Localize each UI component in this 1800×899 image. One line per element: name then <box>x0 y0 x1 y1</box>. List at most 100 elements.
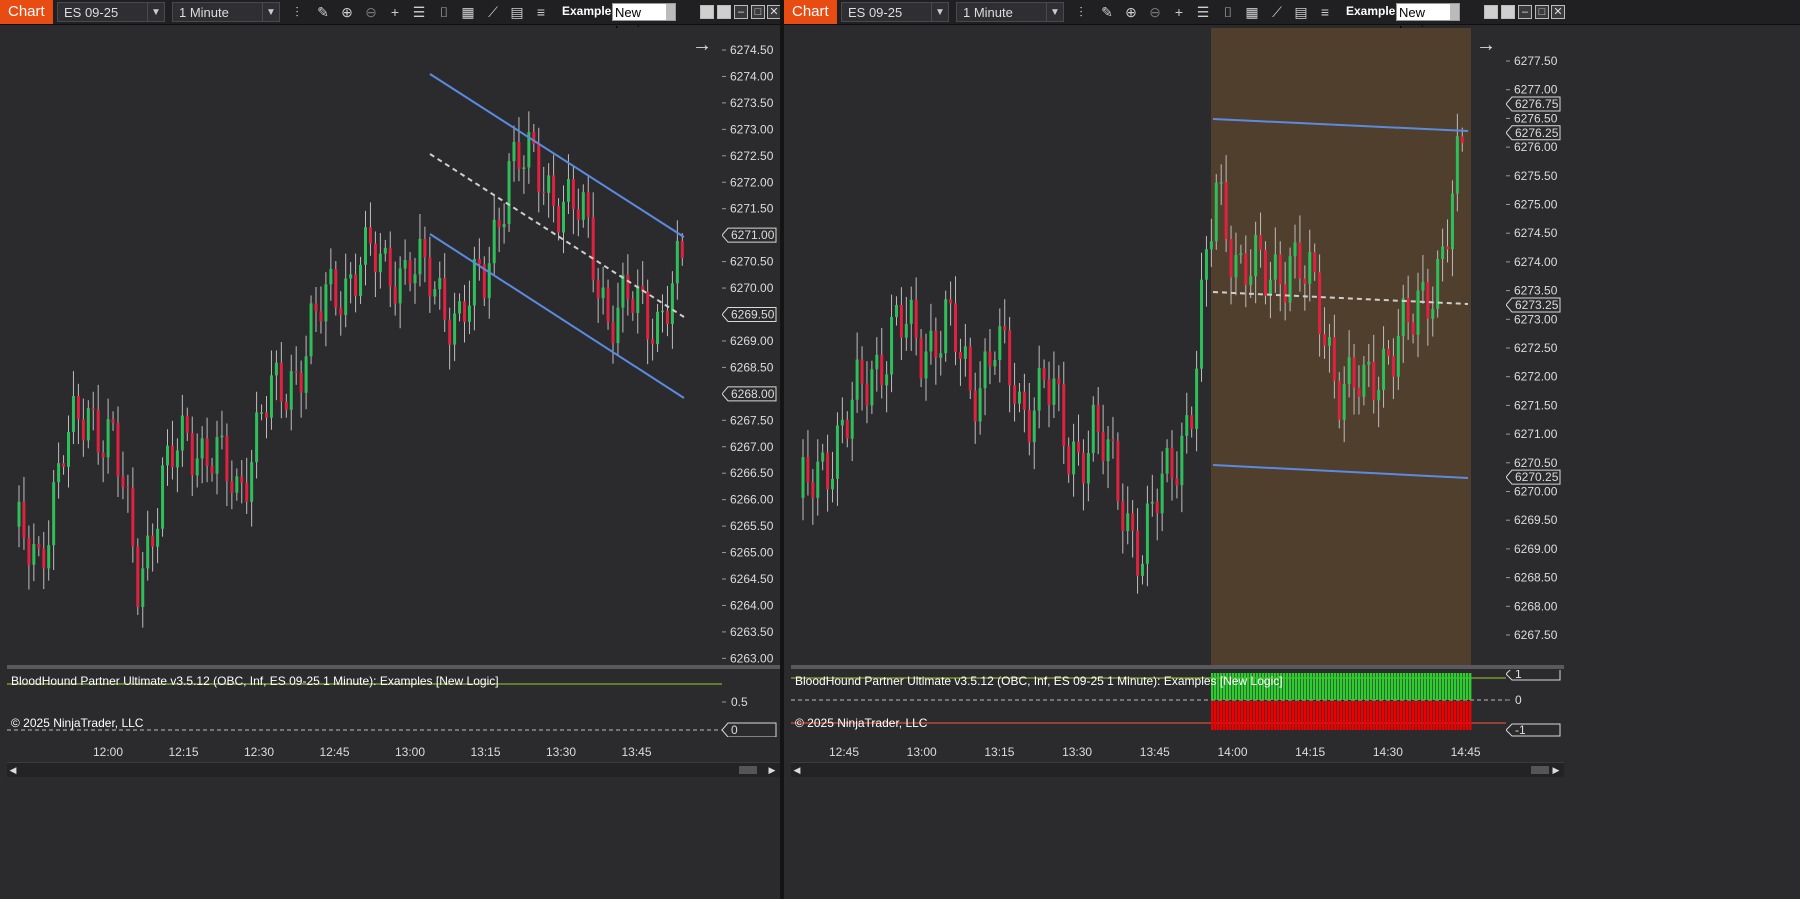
link-icon[interactable] <box>700 5 714 19</box>
candle-up <box>601 287 605 299</box>
horizontal-scrollbar[interactable]: ◀ ▶ <box>7 762 780 777</box>
time-tick-label: 12:45 <box>829 745 859 759</box>
candle-down <box>1013 385 1017 404</box>
price-panel[interactable] <box>791 28 1506 665</box>
candle-down <box>557 206 561 233</box>
indicators-icon[interactable]: ▦ <box>1243 3 1261 21</box>
time-axis[interactable]: 12:45 13:00 13:15 13:30 13:45 14:00 14:15 14:30… <box>791 742 1506 762</box>
bull-bar <box>1289 673 1292 700</box>
properties-icon[interactable]: ☰ <box>1194 3 1212 21</box>
close-icon[interactable]: ✕ <box>767 5 781 19</box>
close-icon[interactable]: ✕ <box>1551 5 1565 19</box>
candle-down <box>294 371 298 373</box>
candle-down <box>586 192 590 218</box>
candle-up <box>215 437 219 474</box>
candle-down <box>1303 278 1307 284</box>
panel-divider[interactable] <box>791 665 1564 669</box>
bear-bar <box>1460 701 1463 730</box>
navigate-right-icon[interactable]: → <box>1476 34 1496 57</box>
interval-selector[interactable]: 1 Minute ▼ <box>956 2 1064 22</box>
crosshair-icon[interactable]: + <box>386 3 404 21</box>
minimize-icon[interactable]: – <box>1518 5 1532 19</box>
scroll-left-icon[interactable]: ◀ <box>791 764 803 776</box>
candle-down <box>914 299 918 338</box>
bull-bar <box>1361 673 1364 700</box>
scroll-left-icon[interactable]: ◀ <box>7 764 19 776</box>
group-icon[interactable] <box>1501 5 1515 19</box>
candle-up <box>309 303 313 357</box>
bull-bar <box>1283 673 1286 700</box>
scroll-right-icon[interactable]: ▶ <box>1550 764 1562 776</box>
candle-down <box>606 287 610 322</box>
candle-up <box>17 501 21 527</box>
zoom-in-icon[interactable]: ⊕ <box>338 3 356 21</box>
instrument-selector[interactable]: ES 09-25 ▼ <box>841 2 949 22</box>
strategies-icon[interactable]: ⟋ <box>484 3 502 21</box>
candle-down <box>136 546 140 608</box>
templates-icon[interactable]: ▤ <box>508 3 526 21</box>
zoom-out-icon[interactable]: ⊖ <box>1146 3 1164 21</box>
bar-type-icon[interactable]: ⫶ <box>1072 3 1090 21</box>
pencil-icon[interactable]: ✎ <box>314 3 332 21</box>
bear-bar <box>1229 701 1232 730</box>
time-axis[interactable]: 12:00 12:15 12:30 12:45 13:00 13:15 13:30 13:45 <box>7 742 722 762</box>
candle-up <box>1293 242 1297 257</box>
candle-up <box>983 351 987 389</box>
menu-icon[interactable]: ≡ <box>1316 3 1334 21</box>
bear-bar <box>1235 701 1238 730</box>
chart-tab[interactable]: Chart <box>0 0 53 24</box>
price-tick-label: 6268.00 <box>1514 599 1558 613</box>
horizontal-scrollbar[interactable]: ◀ ▶ <box>791 762 1564 777</box>
bull-bar <box>1463 673 1466 700</box>
price-panel[interactable] <box>7 28 722 665</box>
candle-down <box>1446 246 1450 250</box>
bull-bar <box>1298 673 1301 700</box>
candle-up <box>924 351 928 379</box>
properties-icon[interactable]: ☰ <box>410 3 428 21</box>
chart-tab[interactable]: Chart <box>784 0 837 24</box>
candle-up <box>840 419 844 426</box>
menu-icon[interactable]: ≡ <box>532 3 550 21</box>
candle-down <box>1283 284 1287 303</box>
pencil-icon[interactable]: ✎ <box>1098 3 1116 21</box>
crosshair-icon[interactable]: + <box>1170 3 1188 21</box>
strategy-selector[interactable]: New Logic <box>612 3 676 38</box>
bull-bar <box>1301 673 1304 700</box>
price-flag-label: 6273.25 <box>1515 298 1559 312</box>
data-box-icon[interactable]: ⌷ <box>1219 3 1237 21</box>
candle-up <box>1091 404 1095 454</box>
bear-bar <box>1427 701 1430 730</box>
zoom-in-icon[interactable]: ⊕ <box>1122 3 1140 21</box>
bull-bar <box>1379 673 1382 700</box>
time-tick-label: 12:30 <box>244 745 274 759</box>
strategy-selector[interactable]: New Logic <box>1396 3 1460 38</box>
zoom-out-icon[interactable]: ⊖ <box>362 3 380 21</box>
scroll-thumb[interactable] <box>1531 766 1549 774</box>
candle-up <box>1382 348 1386 390</box>
bear-bar <box>1439 701 1442 730</box>
bear-bar <box>1382 701 1385 730</box>
candle-up <box>801 457 805 498</box>
panel-divider[interactable] <box>7 665 780 669</box>
bull-bar <box>1307 673 1310 700</box>
navigate-right-icon[interactable]: → <box>692 34 712 57</box>
candle-up <box>1052 378 1056 405</box>
maximize-icon[interactable]: □ <box>751 5 765 19</box>
scroll-thumb[interactable] <box>739 766 757 774</box>
maximize-icon[interactable]: □ <box>1535 5 1549 19</box>
minimize-icon[interactable]: – <box>734 5 748 19</box>
interval-selector[interactable]: 1 Minute ▼ <box>172 2 280 22</box>
bull-bar <box>1388 673 1391 700</box>
templates-icon[interactable]: ▤ <box>1292 3 1310 21</box>
candle-down <box>1131 513 1135 531</box>
price-axis[interactable]: 6277.50 6277.00 6276.50 6276.00 6275.50 6275.… <box>1505 28 1564 665</box>
scroll-right-icon[interactable]: ▶ <box>766 764 778 776</box>
link-icon[interactable] <box>1484 5 1498 19</box>
bar-type-icon[interactable]: ⫶ <box>288 3 306 21</box>
strategies-icon[interactable]: ⟋ <box>1268 3 1286 21</box>
instrument-selector[interactable]: ES 09-25 ▼ <box>57 2 165 22</box>
indicators-icon[interactable]: ▦ <box>459 3 477 21</box>
group-icon[interactable] <box>717 5 731 19</box>
data-box-icon[interactable]: ⌷ <box>435 3 453 21</box>
price-axis[interactable]: 6274.50 6274.00 6273.50 6273.00 6272.50 6272.… <box>721 28 780 665</box>
